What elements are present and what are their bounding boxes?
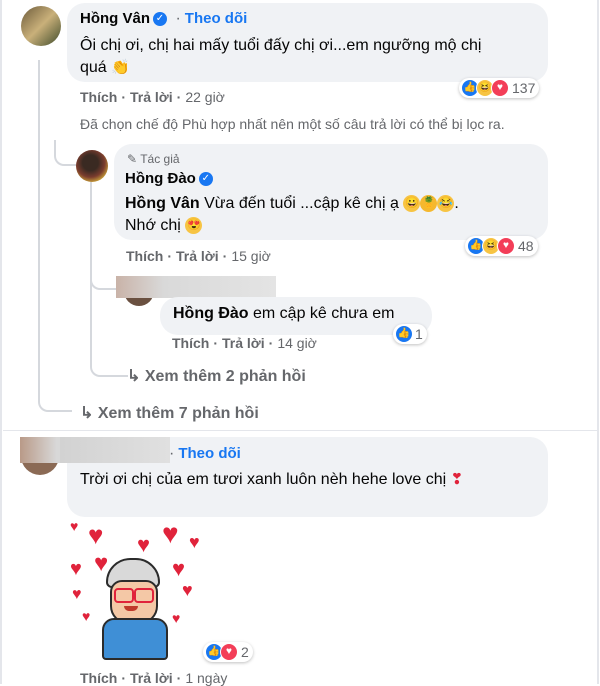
timestamp[interactable]: 15 giờ [231,248,271,264]
reply-text-line1: Vừa đến tuổi ...cập kê chị ạ [204,195,399,212]
verified-icon: ✓ [198,171,213,186]
mention-link[interactable]: Hồng Đào [173,305,249,322]
author-tag-label: Tác giả [140,152,180,166]
reply-button[interactable]: Trả lời [176,248,219,264]
reply-text: Hồng Đào em cập kê chưa em [173,303,394,325]
love-reaction-icon: ♥ [497,237,515,255]
love-reaction-icon: ♥ [220,643,238,661]
frame-right-border [597,0,599,684]
follow-button[interactable]: Theo dõi [185,10,248,27]
like-button[interactable]: Thích [126,248,163,264]
reaction-count: 1 [415,326,423,342]
comment-text-line2: quá [80,59,107,76]
reply-text-line2: Nhớ chị [125,217,181,234]
author-tag: ✎ Tác giả [127,152,180,166]
like-button[interactable]: Thích [172,335,209,351]
reply-text: Hồng Vân Vừa đến tuổi ...cập kê chị ạ 😀 🍍… [125,195,459,235]
avatar[interactable] [21,6,61,46]
reply-actions: Thích · Trả lời · 15 giờ [126,248,271,264]
reply-actions: Thích · Trả lời · 14 giờ [172,335,317,351]
view-more-replies-link[interactable]: ↳ Xem thêm 7 phản hồi [80,403,259,423]
clap-icon: 👏 [111,59,130,76]
heart-icon: ♥ [137,532,151,557]
reaction-count: 48 [518,238,534,254]
view-more-replies-label: Xem thêm 2 phản hồi [144,368,306,385]
heart-icon: ♥ [70,518,79,534]
heart-icon: ♥ [94,550,109,577]
comment-text-content: Trời ơi chị của em tươi xanh luôn nèh he… [80,471,447,488]
comment-author[interactable]: Hồng Vân [80,10,150,27]
heart-icon: ♥ [82,608,91,624]
reply-button[interactable]: Trả lời [222,335,265,351]
heart-icon: ♥ [162,518,179,549]
reaction-summary[interactable]: 👍 1 [393,324,427,344]
love-reaction-icon: ♥ [491,79,509,97]
reaction-count: 2 [241,644,249,660]
heart-icon: ♥ [182,580,193,600]
follow-button[interactable]: Theo dõi [178,445,241,462]
sticker[interactable]: ♥ ♥ ♥ ♥ ♥ ♥ ♥ ♥ ♥ ♥ ♥ ♥ [62,518,227,660]
heart-icon: ♥ [88,520,104,550]
heart-icon: ♥ [189,532,200,552]
reply-text-content: em cập kê chưa em [253,305,395,322]
view-more-replies-label: Xem thêm 7 phản hồi [97,405,259,422]
tears-of-joy-emoji-icon: 😂 [437,195,455,213]
pineapple-emoji-icon: 🍍 [420,195,438,213]
heart-icon: ♥ [172,610,181,626]
heart-eyes-emoji-icon: 😍 [185,217,203,235]
heart-icon: ♥ [70,558,82,580]
heart-icon: ♥ [172,556,186,581]
redacted-name [60,437,170,463]
reaction-count: 137 [512,80,536,96]
frame-left-border [0,0,2,684]
reply-arrow-icon: ↳ [127,368,141,385]
pencil-icon: ✎ [127,152,138,166]
timestamp[interactable]: 14 giờ [277,335,317,351]
redacted-name [116,276,276,298]
like-button[interactable]: Thích [80,89,117,105]
reply-button[interactable]: Trả lời [130,89,173,105]
reaction-summary[interactable]: 👍 😆 ♥ 137 [459,78,540,98]
mention-link[interactable]: Hồng Vân [125,195,200,212]
comment-text-line1: Ôi chị ơi, chị hai mấy tuổi đấy chị ơi..… [80,37,482,54]
timestamp[interactable]: 22 giờ [185,89,225,105]
comment-text: Trời ơi chị của em tươi xanh luôn nèh he… [80,469,463,491]
divider [3,430,597,431]
sticker-shirt [102,618,168,660]
reaction-summary[interactable]: 👍 ♥ 2 [203,642,253,662]
thread-line-main [38,60,72,412]
reaction-summary[interactable]: 👍 😆 ♥ 48 [465,236,538,256]
comment-actions: Thích · Trả lời · 22 giờ [80,89,225,105]
view-more-replies-link[interactable]: ↳ Xem thêm 2 phản hồi [127,366,306,386]
sticker-glasses [134,588,154,603]
verified-icon: ✓ [153,11,167,26]
comment-text: Ôi chị ơi, chị hai mấy tuổi đấy chị ơi..… [80,35,540,79]
two-hearts-emoji-icon: ❣ [450,471,464,488]
comment-header: Hồng Vân ✓ · Theo dõi [80,10,248,27]
heart-icon: ♥ [72,586,82,603]
reply-arrow-icon: ↳ [80,405,94,422]
like-reaction-icon: 👍 [395,325,413,343]
sticker-glasses [114,588,134,603]
avatar[interactable] [76,150,108,182]
comment-header: · Theo dõi [169,445,241,462]
filter-note: Đã chọn chế độ Phù hợp nhất nên một số c… [80,116,505,132]
reply-header: Hồng Đào ✓ [125,170,213,188]
grin-emoji-icon: 😀 [403,195,421,213]
reply-author[interactable]: Hồng Đào [125,170,196,187]
